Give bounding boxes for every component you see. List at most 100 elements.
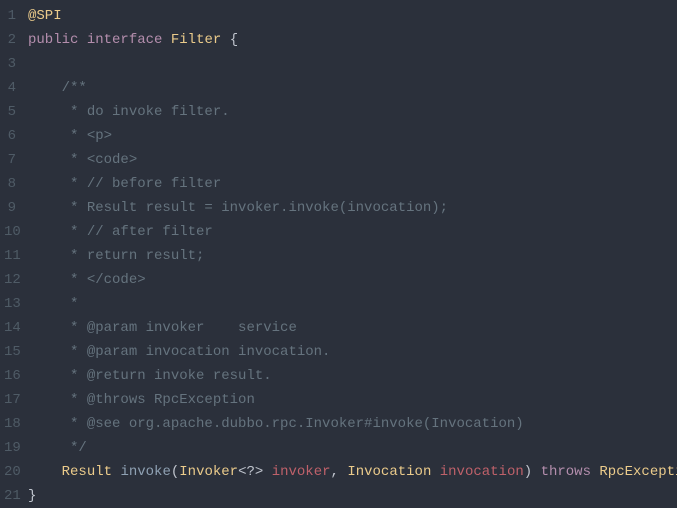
token-keyword: interface xyxy=(87,32,163,48)
token-plain xyxy=(28,128,62,144)
token-punct: ( xyxy=(171,464,179,480)
token-plain xyxy=(28,416,62,432)
line-number: 11 xyxy=(4,244,16,268)
token-comment: * <code> xyxy=(62,152,138,168)
token-plain xyxy=(431,464,439,480)
code-line: @SPI xyxy=(28,4,677,28)
line-number: 3 xyxy=(4,52,16,76)
token-keyword: throws xyxy=(541,464,591,480)
code-line: * do invoke filter. xyxy=(28,100,677,124)
token-plain xyxy=(532,464,540,480)
token-comment: * @return invoke result. xyxy=(62,368,272,384)
token-comment: * @param invocation invocation. xyxy=(62,344,331,360)
code-line: * </code> xyxy=(28,268,677,292)
line-number: 1 xyxy=(4,4,16,28)
token-comment: /** xyxy=(62,80,87,96)
code-area[interactable]: @SPI public interface Filter { /** * do i… xyxy=(24,0,677,508)
token-plain xyxy=(28,152,62,168)
token-plain xyxy=(28,464,62,480)
code-line: * // before filter xyxy=(28,172,677,196)
token-comment: * Result result = invoker.invoke(invocat… xyxy=(62,200,448,216)
line-number: 4 xyxy=(4,76,16,100)
token-type: Invocation xyxy=(347,464,431,480)
line-number: 19 xyxy=(4,436,16,460)
token-plain xyxy=(221,32,229,48)
line-number: 20 xyxy=(4,460,16,484)
code-line: * @param invocation invocation. xyxy=(28,340,677,364)
token-plain xyxy=(162,32,170,48)
token-punct: ) xyxy=(524,464,532,480)
code-line: Result invoke(Invoker<?> invoker, Invoca… xyxy=(28,460,677,484)
token-plain xyxy=(28,224,62,240)
line-number: 21 xyxy=(4,484,16,508)
token-comment: * do invoke filter. xyxy=(62,104,230,120)
token-type: Result xyxy=(62,464,112,480)
line-number: 2 xyxy=(4,28,16,52)
token-annotation: @SPI xyxy=(28,8,62,24)
token-plain xyxy=(78,32,86,48)
line-number: 14 xyxy=(4,316,16,340)
token-comment: * @throws RpcException xyxy=(62,392,255,408)
code-line: } xyxy=(28,484,677,508)
token-plain xyxy=(28,248,62,264)
token-plain xyxy=(28,176,62,192)
code-editor: 123456789101112131415161718192021 @SPIpu… xyxy=(0,0,677,508)
line-number: 17 xyxy=(4,388,16,412)
token-keyword: public xyxy=(28,32,78,48)
token-comment: * xyxy=(62,296,79,312)
token-comment: * // before filter xyxy=(62,176,222,192)
token-plain xyxy=(28,200,62,216)
token-plain xyxy=(28,296,62,312)
token-plain xyxy=(28,272,62,288)
token-plain xyxy=(28,344,62,360)
code-line: * <code> xyxy=(28,148,677,172)
token-comment: * // after filter xyxy=(62,224,213,240)
token-method: invoke xyxy=(120,464,170,480)
line-number: 5 xyxy=(4,100,16,124)
token-comment: * return result; xyxy=(62,248,205,264)
line-number: 16 xyxy=(4,364,16,388)
token-comment: * <p> xyxy=(62,128,112,144)
line-number: 18 xyxy=(4,412,16,436)
token-punct: } xyxy=(28,488,36,504)
token-comment: */ xyxy=(62,440,87,456)
code-line: * @throws RpcException xyxy=(28,388,677,412)
token-comment: * </code> xyxy=(62,272,146,288)
token-plain xyxy=(28,320,62,336)
token-punct: , xyxy=(331,464,339,480)
code-line: * <p> xyxy=(28,124,677,148)
line-number-gutter: 123456789101112131415161718192021 xyxy=(0,0,24,508)
line-number: 13 xyxy=(4,292,16,316)
token-type: Filter xyxy=(171,32,221,48)
line-number: 12 xyxy=(4,268,16,292)
token-type: RpcException xyxy=(599,464,677,480)
token-comment: * @param invoker service xyxy=(62,320,297,336)
token-param: invoker xyxy=(272,464,331,480)
line-number: 7 xyxy=(4,148,16,172)
token-comment: * @see org.apache.dubbo.rpc.Invoker#invo… xyxy=(62,416,524,432)
token-plain xyxy=(263,464,271,480)
code-line: * @param invoker service xyxy=(28,316,677,340)
line-number: 9 xyxy=(4,196,16,220)
code-line: * @see org.apache.dubbo.rpc.Invoker#invo… xyxy=(28,412,677,436)
code-line: /** xyxy=(28,76,677,100)
line-number: 6 xyxy=(4,124,16,148)
line-number: 15 xyxy=(4,340,16,364)
token-punct: <?> xyxy=(238,464,263,480)
line-number: 8 xyxy=(4,172,16,196)
code-line: * @return invoke result. xyxy=(28,364,677,388)
token-plain xyxy=(28,440,62,456)
code-line: */ xyxy=(28,436,677,460)
token-plain xyxy=(28,80,62,96)
token-punct: { xyxy=(230,32,238,48)
token-plain xyxy=(28,368,62,384)
line-number: 10 xyxy=(4,220,16,244)
code-line: * return result; xyxy=(28,244,677,268)
token-plain xyxy=(28,392,62,408)
code-line xyxy=(28,52,677,76)
code-line: * xyxy=(28,292,677,316)
code-line: * // after filter xyxy=(28,220,677,244)
token-plain xyxy=(28,104,62,120)
code-line: public interface Filter { xyxy=(28,28,677,52)
token-param: invocation xyxy=(440,464,524,480)
